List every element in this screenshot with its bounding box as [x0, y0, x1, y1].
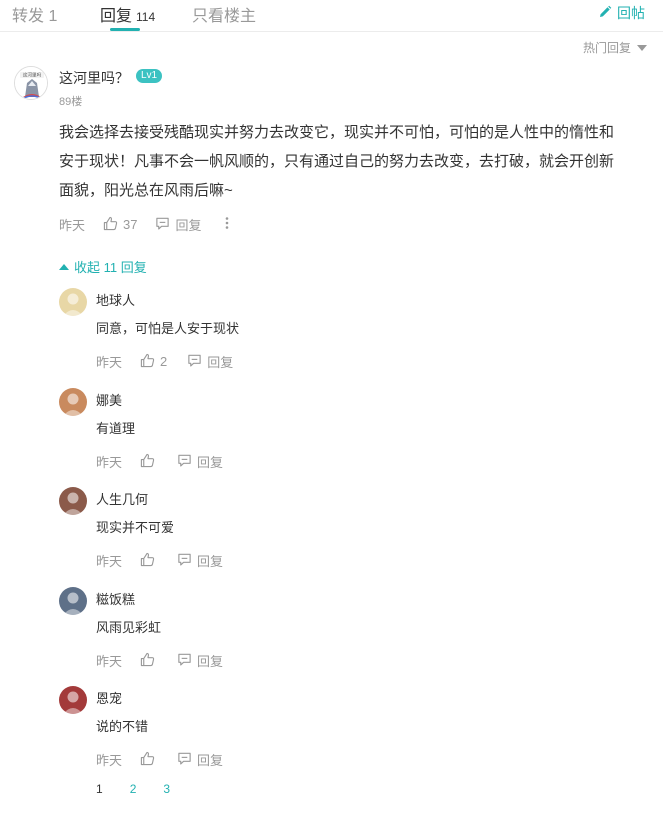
- like-button[interactable]: 37: [103, 216, 137, 234]
- reply-text: 同意，可怕是人安于现状: [96, 321, 240, 336]
- reply-button[interactable]: 回复: [177, 551, 223, 570]
- reply-author[interactable]: 恩宠: [96, 688, 122, 707]
- sort-dropdown[interactable]: 热门回复: [583, 39, 647, 56]
- comment-icon: [177, 652, 192, 670]
- reply-item: 地球人同意，可怕是人安于现状 昨天 2 回复: [58, 288, 648, 378]
- reply-actions: 昨天 回复: [96, 452, 223, 471]
- tab-replies-label: 回复: [100, 8, 133, 25]
- reply-actions: 昨天 回复: [96, 651, 223, 670]
- reply-button[interactable]: 回复: [177, 452, 223, 471]
- page-3[interactable]: 3: [163, 782, 170, 796]
- tab-bar: 转发 1 回复 114 只看楼主 回帖: [0, 0, 663, 32]
- reply-author[interactable]: 地球人: [96, 290, 135, 309]
- comment-time: 昨天: [59, 218, 86, 233]
- pencil-icon: [598, 5, 612, 22]
- reply-label: 回复: [197, 753, 224, 768]
- more-vertical-icon: [224, 216, 230, 233]
- thumbs-up-icon: [140, 552, 155, 570]
- like-button[interactable]: [140, 751, 155, 769]
- collapse-label: 收起 11 回复: [74, 260, 147, 275]
- thumbs-up-icon: [103, 216, 118, 234]
- reply-label: 回复: [197, 654, 224, 669]
- sort-label: 热门回复: [582, 41, 631, 55]
- reply-actions: 昨天 2 回复: [96, 352, 233, 371]
- like-button[interactable]: [140, 652, 155, 670]
- reply-actions: 昨天 回复: [96, 551, 223, 570]
- reply-time: 昨天: [96, 355, 123, 370]
- avatar[interactable]: [59, 487, 87, 515]
- tab-repost[interactable]: 转发 1: [12, 2, 57, 26]
- like-button[interactable]: [140, 552, 155, 570]
- reply-post-label: 回帖: [617, 5, 645, 21]
- avatar[interactable]: [59, 388, 87, 416]
- reply-time: 昨天: [96, 554, 123, 569]
- reply-text: 有道理: [96, 421, 136, 436]
- thumbs-up-icon: [140, 751, 155, 769]
- reply-button[interactable]: 回复: [177, 750, 223, 769]
- comment-line: 安于现状！凡事不会一帆风顺的，只有通过自己的努力去改变，去打破，就会开创新: [59, 153, 615, 170]
- like-count: 37: [123, 217, 138, 232]
- like-button[interactable]: 2: [140, 353, 167, 371]
- tab-op-only-label: 只看楼主: [192, 8, 257, 25]
- reply-text: 说的不错: [96, 719, 149, 734]
- reply-item: 恩宠说的不错昨天 回复: [58, 686, 648, 776]
- comment-icon: [177, 552, 192, 570]
- reply-time: 昨天: [96, 654, 123, 669]
- reply-item: 糍饭糕风雨见彩虹昨天 回复: [58, 587, 648, 677]
- more-button[interactable]: [224, 216, 230, 233]
- reply-time: 昨天: [96, 753, 123, 768]
- reply-text: 风雨见彩虹: [96, 620, 162, 635]
- thumbs-up-icon: [140, 353, 155, 371]
- reply-label: 回复: [197, 554, 224, 569]
- reply-item: 人生几何现实并不可爱 昨天 回复: [58, 487, 648, 577]
- floor-number: 89楼: [59, 96, 83, 108]
- comment-author[interactable]: 这河里吗？: [59, 68, 129, 88]
- pagination: 1 2 3: [96, 782, 170, 796]
- comment-line: 我会选择去接受残酷现实并努力去改变它，现实并不可怕，可怕的是人性中的惰性和: [59, 124, 615, 141]
- page-1[interactable]: 1: [96, 782, 103, 796]
- reply-button[interactable]: 回复: [155, 215, 202, 234]
- reply-time: 昨天: [96, 455, 123, 470]
- comment-line: 面貌，阳光总在风雨后嘛~: [59, 182, 233, 199]
- tab-replies[interactable]: 回复 114: [100, 2, 155, 26]
- reply-actions: 昨天 回复: [96, 750, 223, 769]
- reply-author[interactable]: 糍饭糕: [96, 589, 135, 608]
- comment-icon: [187, 353, 202, 371]
- active-tab-indicator: [110, 28, 140, 31]
- caret-down-icon: [637, 44, 647, 51]
- reply-author[interactable]: 娜美: [96, 390, 122, 409]
- reply-text: 现实并不可爱: [96, 520, 175, 535]
- thumbs-up-icon: [140, 453, 155, 471]
- thumbs-up-icon: [140, 652, 155, 670]
- reply-item: 娜美有道理昨天 回复: [58, 388, 648, 478]
- reply-button[interactable]: 回复: [187, 352, 233, 371]
- like-count: 2: [160, 354, 168, 369]
- avatar[interactable]: 这河里吗: [14, 66, 48, 100]
- level-badge: Lv1: [136, 69, 163, 83]
- reply-button[interactable]: 回复: [177, 651, 223, 670]
- reply-label: 回复: [207, 355, 234, 370]
- comment-content: 我会选择去接受残酷现实并努力去改变它，现实并不可怕，可怕的是人性中的惰性和 安于…: [59, 118, 654, 205]
- page-2[interactable]: 2: [130, 782, 137, 796]
- comment-icon: [155, 216, 170, 234]
- reply-post-button[interactable]: 回帖: [598, 3, 645, 23]
- caret-up-icon: [59, 263, 69, 270]
- collapse-replies-button[interactable]: 收起 11 回复: [59, 257, 147, 276]
- avatar[interactable]: [59, 288, 87, 316]
- avatar[interactable]: [59, 686, 87, 714]
- comment-icon: [177, 453, 192, 471]
- tab-repost-label: 转发: [12, 8, 45, 25]
- avatar[interactable]: [59, 587, 87, 615]
- reply-label: 回复: [175, 218, 202, 233]
- comment-icon: [177, 751, 192, 769]
- reply-label: 回复: [197, 455, 224, 470]
- comment-actions: 昨天 37 回复: [59, 215, 230, 234]
- tab-replies-count: 114: [136, 10, 156, 24]
- tab-repost-count: 1: [48, 8, 58, 25]
- like-button[interactable]: [140, 453, 155, 471]
- reply-author[interactable]: 人生几何: [96, 489, 148, 508]
- avatar-caption: 这河里吗: [23, 72, 42, 79]
- tab-op-only[interactable]: 只看楼主: [192, 2, 256, 26]
